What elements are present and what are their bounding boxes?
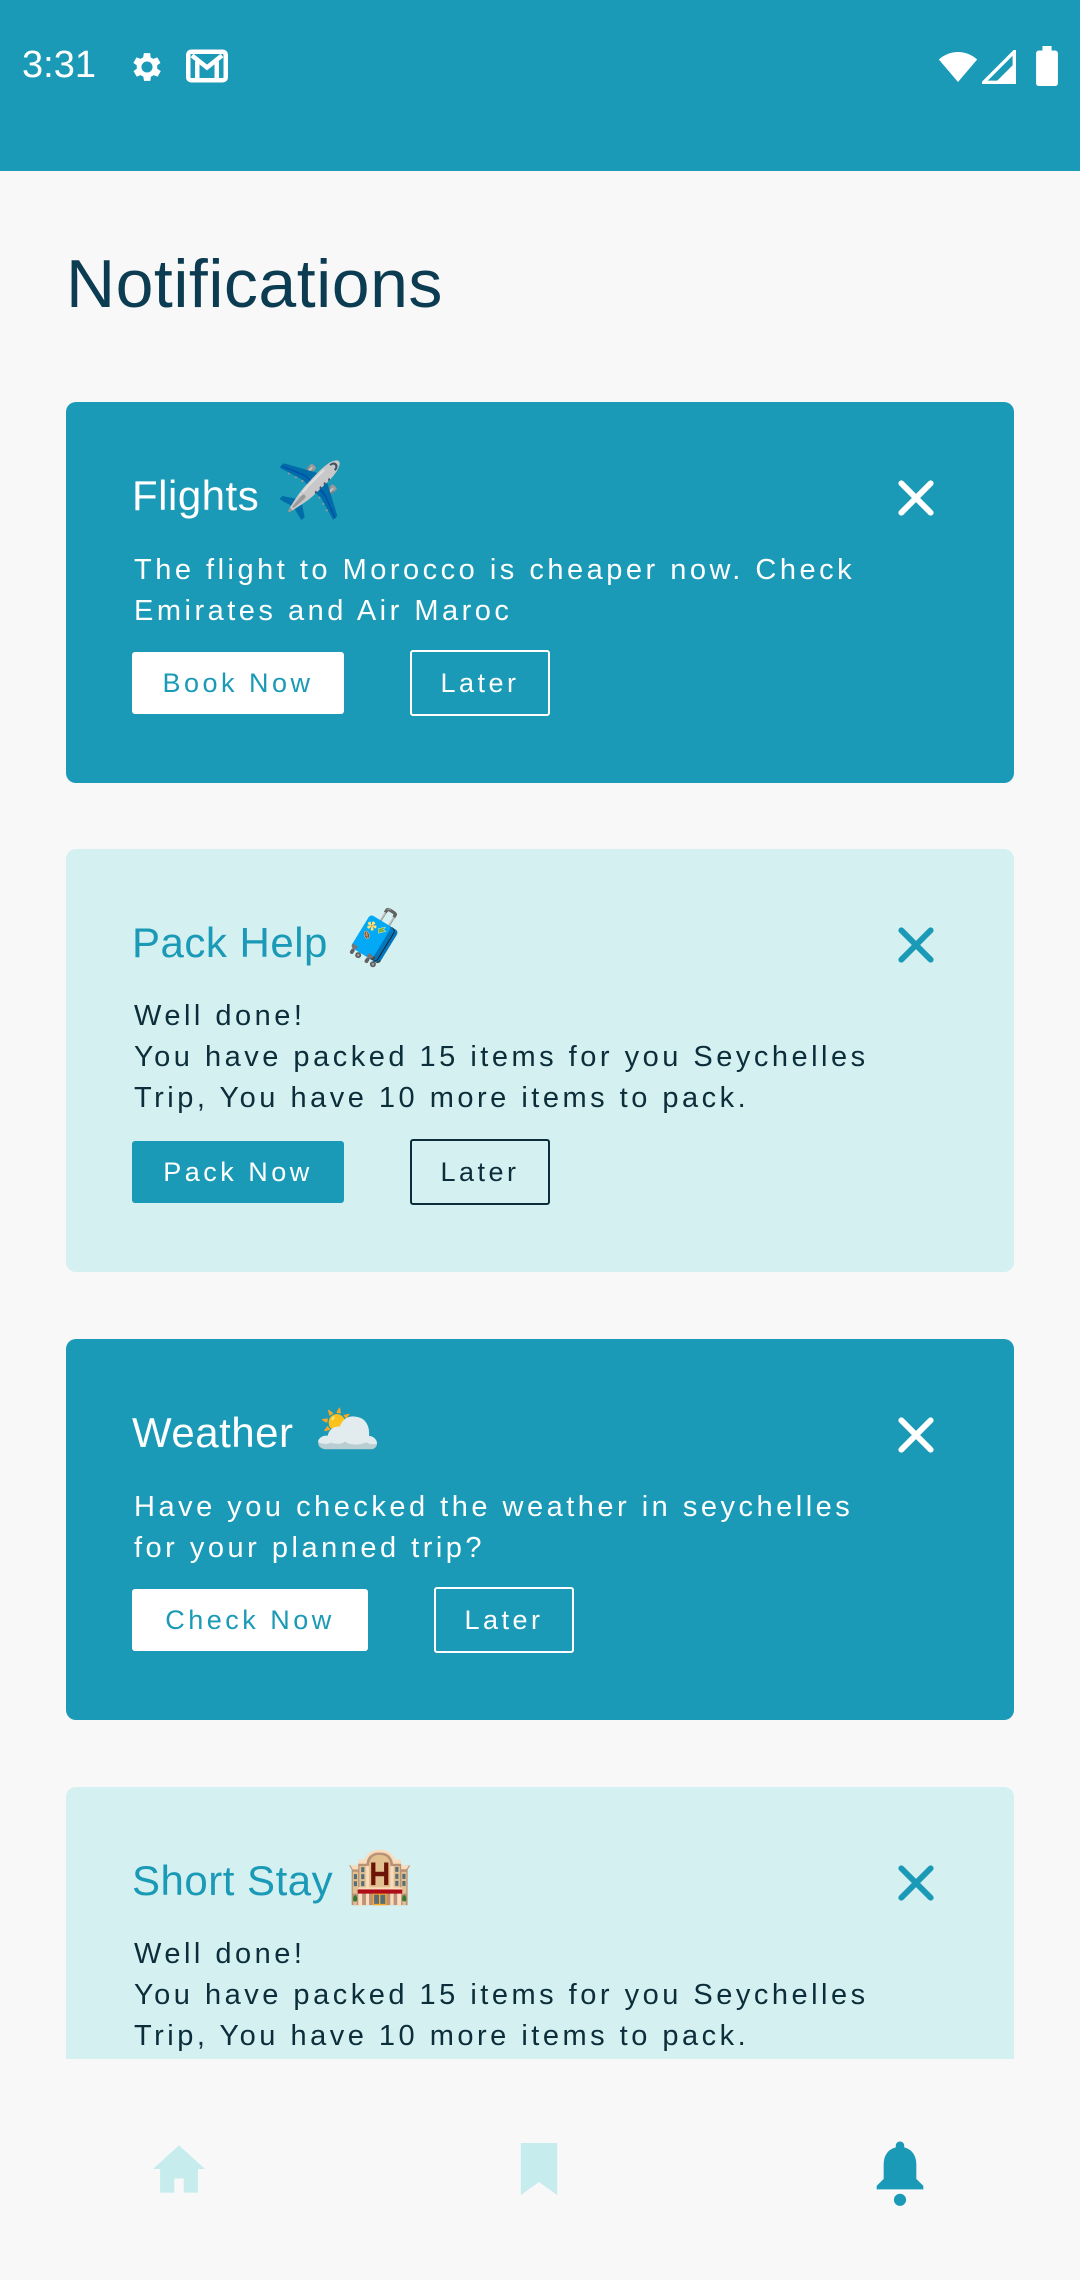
card-message: Have you checked the weather in seychell… bbox=[134, 1491, 854, 1564]
bookmark-icon[interactable] bbox=[518, 2143, 560, 2195]
later-button[interactable]: Later bbox=[434, 1587, 574, 1653]
cloud-sun-icon: 🌥️ bbox=[314, 1400, 382, 1460]
status-bar: 3:31 bbox=[0, 0, 1080, 171]
notification-card-flights: Flights ✈️ The flight to Morocco is chea… bbox=[66, 402, 1014, 783]
book-now-button[interactable]: Book Now bbox=[132, 652, 344, 714]
status-time: 3:31 bbox=[22, 44, 96, 86]
check-now-button[interactable]: Check Now bbox=[132, 1589, 368, 1651]
card-title: Flights bbox=[132, 472, 260, 519]
airplane-icon: ✈️ bbox=[276, 461, 344, 521]
pack-now-button[interactable]: Pack Now bbox=[132, 1141, 344, 1203]
close-icon[interactable] bbox=[894, 923, 938, 967]
luggage-icon: 🧳 bbox=[342, 908, 410, 968]
card-title: Weather bbox=[132, 1409, 294, 1456]
hotel-icon: 🏨 bbox=[346, 1846, 414, 1906]
notification-card-weather: Weather 🌥️ Have you checked the weather … bbox=[66, 1339, 1014, 1720]
gear-icon bbox=[133, 53, 161, 81]
close-icon[interactable] bbox=[894, 1413, 938, 1457]
bell-icon[interactable] bbox=[872, 2137, 928, 2209]
card-title: Short Stay bbox=[132, 1857, 334, 1904]
later-button[interactable]: Later bbox=[410, 650, 550, 716]
close-icon[interactable] bbox=[894, 1861, 938, 1905]
signal-icon bbox=[982, 50, 1016, 84]
notification-card-short-stay: Short Stay 🏨 Well done! You have packed … bbox=[66, 1787, 1014, 2059]
home-icon[interactable] bbox=[150, 2143, 208, 2195]
card-message: Well done! You have packed 15 items for … bbox=[134, 1000, 869, 1114]
close-icon[interactable] bbox=[894, 476, 938, 520]
notification-card-pack-help: Pack Help 🧳 Well done! You have packed 1… bbox=[66, 849, 1014, 1272]
wifi-icon bbox=[938, 52, 978, 82]
card-message: Well done! You have packed 15 items for … bbox=[134, 1938, 869, 2052]
card-message: The flight to Morocco is cheaper now. Ch… bbox=[134, 554, 856, 627]
battery-icon bbox=[1036, 46, 1058, 86]
gmail-icon bbox=[186, 49, 228, 83]
card-title: Pack Help bbox=[132, 919, 328, 966]
later-button[interactable]: Later bbox=[410, 1139, 550, 1205]
notification-list[interactable]: Flights ✈️ The flight to Morocco is chea… bbox=[0, 171, 1080, 2059]
bottom-navigation bbox=[0, 2059, 1080, 2280]
